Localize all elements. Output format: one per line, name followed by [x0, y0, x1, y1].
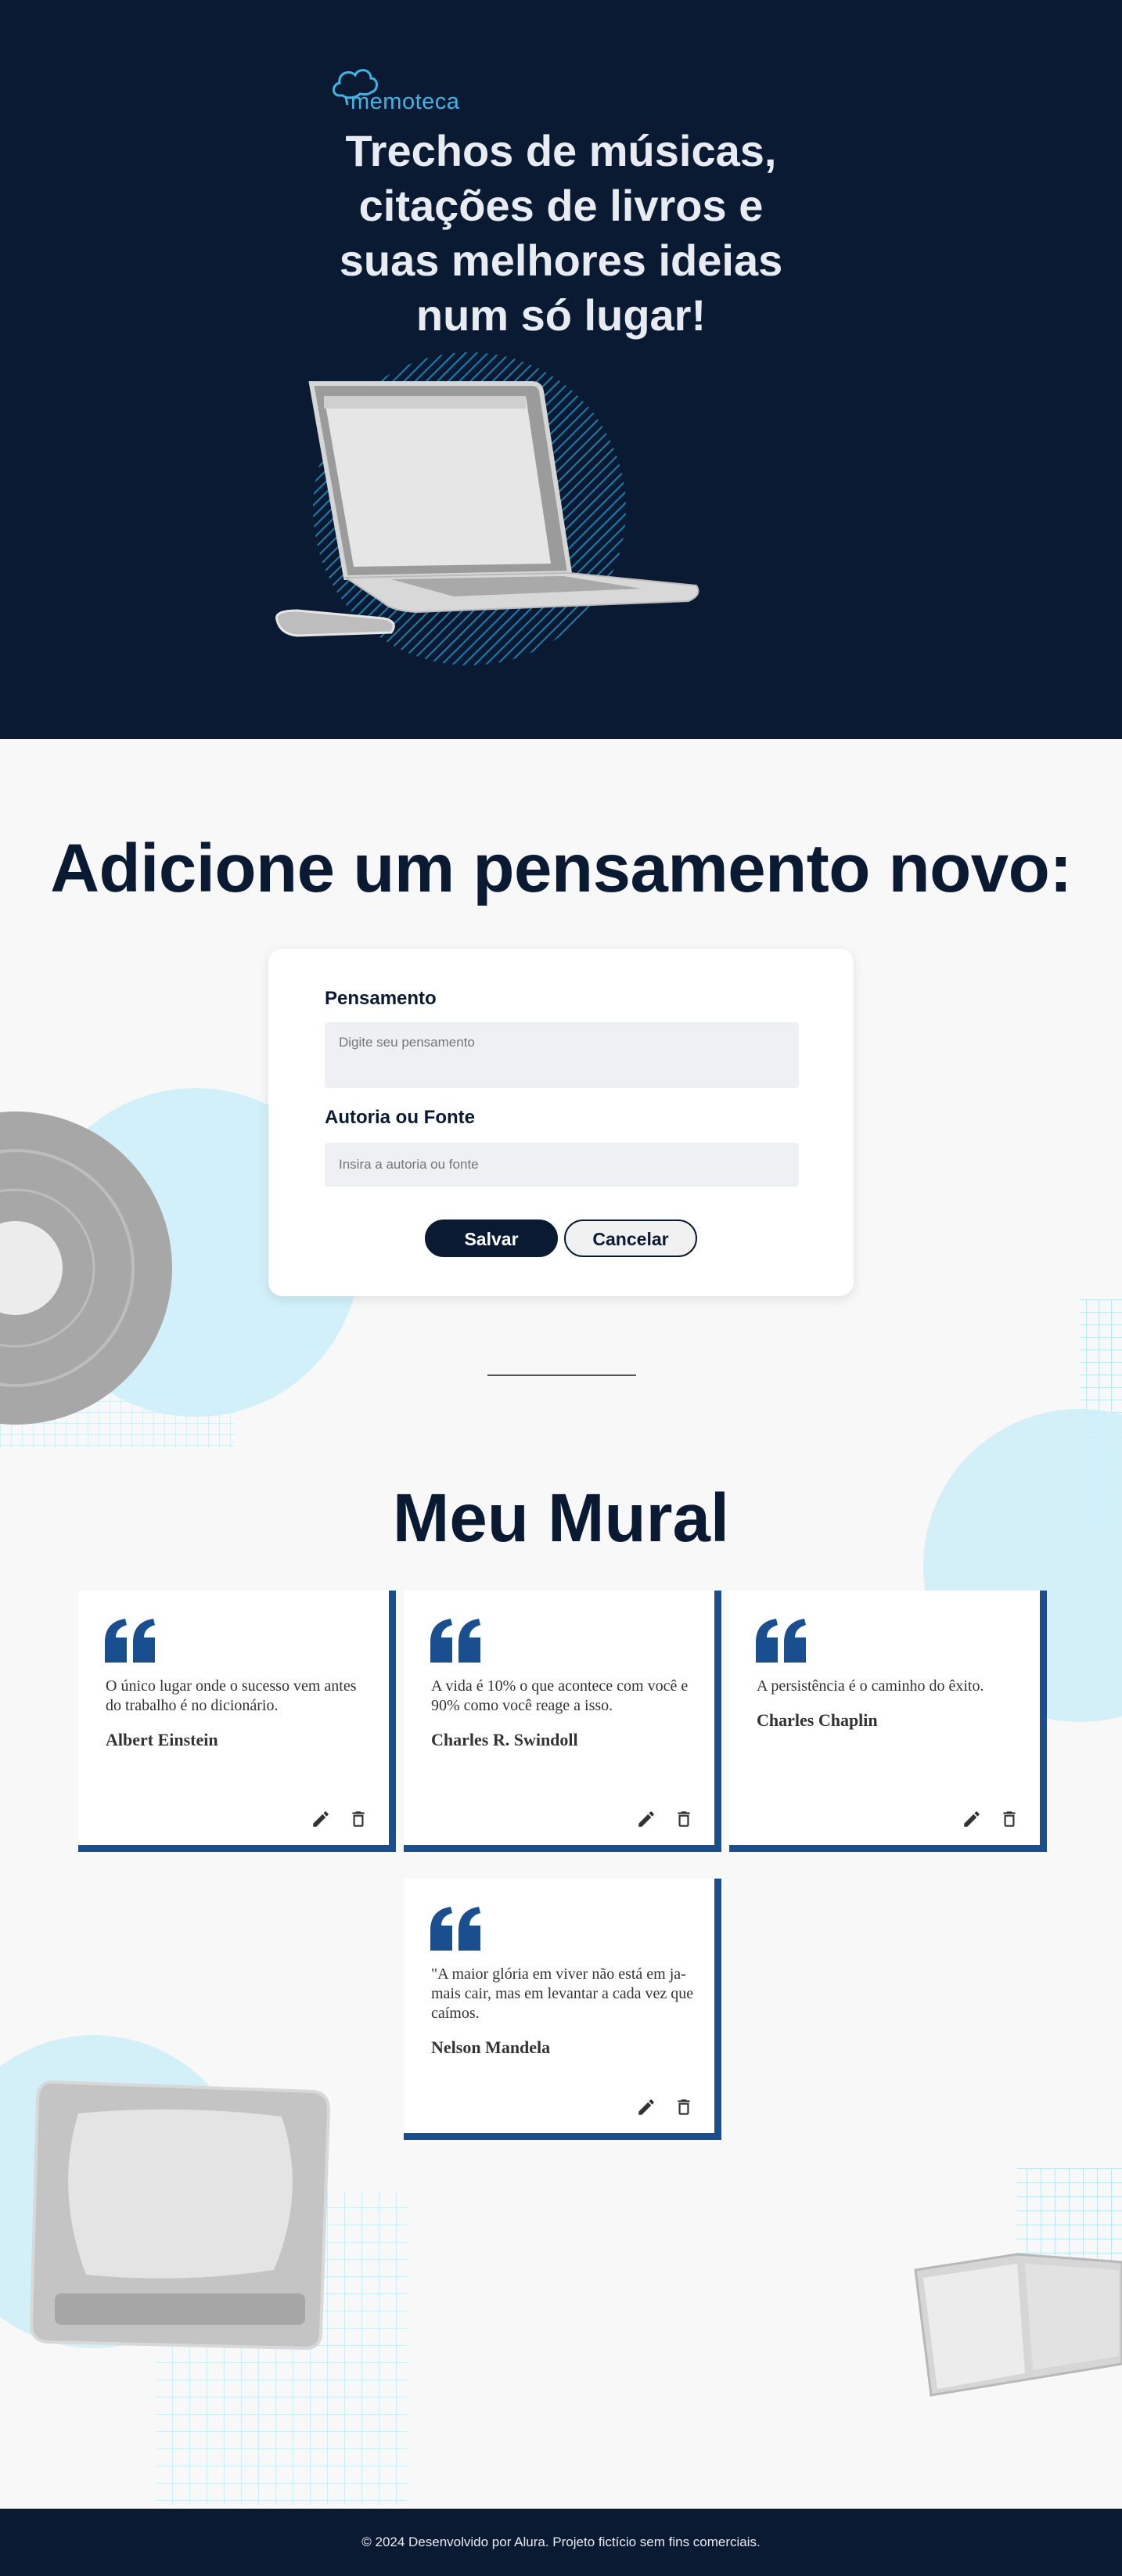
thought-label: Pensamento — [325, 988, 437, 1009]
mural-title: Meu Mural — [392, 1480, 730, 1556]
trash-icon[interactable] — [348, 1809, 369, 1829]
thought-input[interactable] — [325, 1022, 799, 1088]
thought-card: "A maior glória em viver não está em ja-… — [404, 1879, 721, 2140]
laptop-illustration — [275, 352, 699, 665]
card-quote-text: A vida é 10% o que acontece com você e 9… — [431, 1677, 689, 1714]
card-actions — [962, 1809, 1020, 1829]
card-author: Nelson Mandela — [431, 2037, 551, 2057]
thought-card: A persistência é o caminho do êxito. Cha… — [729, 1591, 1047, 1852]
card-actions — [636, 1809, 694, 1829]
quote-icon — [756, 1619, 806, 1663]
card-actions — [636, 2097, 694, 2117]
hero-line-3: suas melhores ideias — [339, 236, 783, 285]
quote-icon — [105, 1619, 155, 1663]
hero-line-2: citações de livros e — [358, 181, 764, 230]
footer: © 2024 Desenvolvido por Alura. Projeto f… — [0, 2509, 1122, 2576]
footer-text: © 2024 Desenvolvido por Alura. Projeto f… — [361, 2535, 761, 2549]
trash-icon[interactable] — [674, 1809, 694, 1829]
thought-card: A vida é 10% o que acontece com você e 9… — [404, 1591, 721, 1852]
hero-line-1: Trechos de músicas, — [345, 126, 777, 175]
card-author: Charles R. Swindoll — [431, 1730, 578, 1749]
card-actions — [311, 1809, 369, 1829]
hero-title: Trechos de músicas, citações de livros e… — [287, 124, 835, 343]
hero-line-4: num só lugar! — [415, 290, 707, 340]
card-content: O único lugar onde o sucesso vem antes d… — [106, 1677, 372, 1749]
pencil-icon[interactable] — [311, 1809, 331, 1829]
author-input[interactable] — [325, 1143, 799, 1187]
save-button[interactable]: Salvar — [425, 1220, 558, 1257]
form-heading: Adicione um pensamento novo: — [50, 830, 1072, 906]
book-decoration — [914, 2168, 1122, 2397]
card-content: A vida é 10% o que acontece com você e 9… — [431, 1677, 697, 1749]
card-quote-text: "A maior glória em viver não está em ja-… — [431, 1965, 694, 2022]
pencil-icon[interactable] — [962, 1809, 982, 1829]
card-author: Albert Einstein — [106, 1730, 218, 1749]
trash-icon[interactable] — [999, 1809, 1020, 1829]
section-divider — [487, 1374, 636, 1376]
tv-decoration — [0, 2035, 407, 2505]
author-label: Autoria ou Fonte — [325, 1107, 475, 1128]
logo-text: memoteca — [351, 89, 460, 114]
hero-header: memoteca Trechos de músicas, citações de… — [0, 0, 1122, 739]
trash-icon[interactable] — [674, 2097, 694, 2117]
card-author: Charles Chaplin — [757, 1710, 878, 1730]
card-quote-text: A persistência é o caminho do êxito. — [757, 1677, 984, 1695]
pencil-icon[interactable] — [636, 1809, 656, 1829]
quote-icon — [430, 1619, 480, 1663]
quote-icon — [430, 1907, 480, 1951]
cancel-button[interactable]: Cancelar — [564, 1220, 697, 1257]
thought-form: Pensamento Autoria ou Fonte Salvar Cance… — [268, 949, 854, 1296]
card-quote-text: O único lugar onde o sucesso vem antes d… — [106, 1677, 357, 1714]
thought-card: O único lugar onde o sucesso vem antes d… — [78, 1591, 396, 1852]
card-content: A persistência é o caminho do êxito. Cha… — [757, 1677, 1023, 1730]
pencil-icon[interactable] — [636, 2097, 656, 2117]
card-content: "A maior glória em viver não está em ja-… — [431, 1965, 697, 2057]
